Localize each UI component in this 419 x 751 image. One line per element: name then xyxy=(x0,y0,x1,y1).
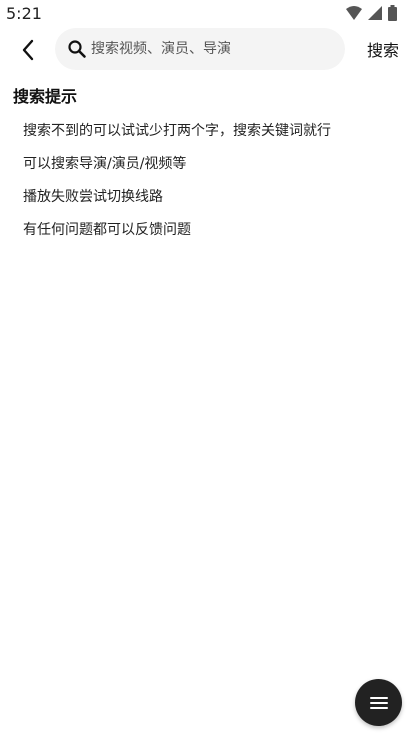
search-box[interactable] xyxy=(55,28,345,70)
status-icons xyxy=(346,5,397,21)
search-tips-list: 搜索不到的可以试试少打两个字，搜索关键词就行 可以搜索导演/演员/视频等 播放失… xyxy=(23,120,331,252)
chevron-left-icon xyxy=(22,39,34,61)
status-bar: 5:21 xyxy=(0,0,419,28)
status-time: 5:21 xyxy=(6,4,42,23)
tip-item: 可以搜索导演/演员/视频等 xyxy=(23,156,187,172)
search-tips-title: 搜索提示 xyxy=(13,87,78,106)
battery-icon xyxy=(388,5,397,21)
cellular-signal-icon xyxy=(368,6,382,20)
back-button[interactable] xyxy=(14,36,42,64)
menu-fab-button[interactable] xyxy=(355,679,402,726)
tip-item: 有任何问题都可以反馈问题 xyxy=(23,222,191,238)
search-header: 搜索 xyxy=(0,28,419,72)
search-input[interactable] xyxy=(91,28,331,70)
tip-item: 搜索不到的可以试试少打两个字，搜索关键词就行 xyxy=(23,123,331,139)
wifi-icon xyxy=(346,6,362,20)
tip-item: 播放失败尝试切换线路 xyxy=(23,189,163,205)
search-submit-button[interactable]: 搜索 xyxy=(355,28,411,70)
search-icon xyxy=(68,40,86,58)
menu-icon xyxy=(369,696,388,709)
